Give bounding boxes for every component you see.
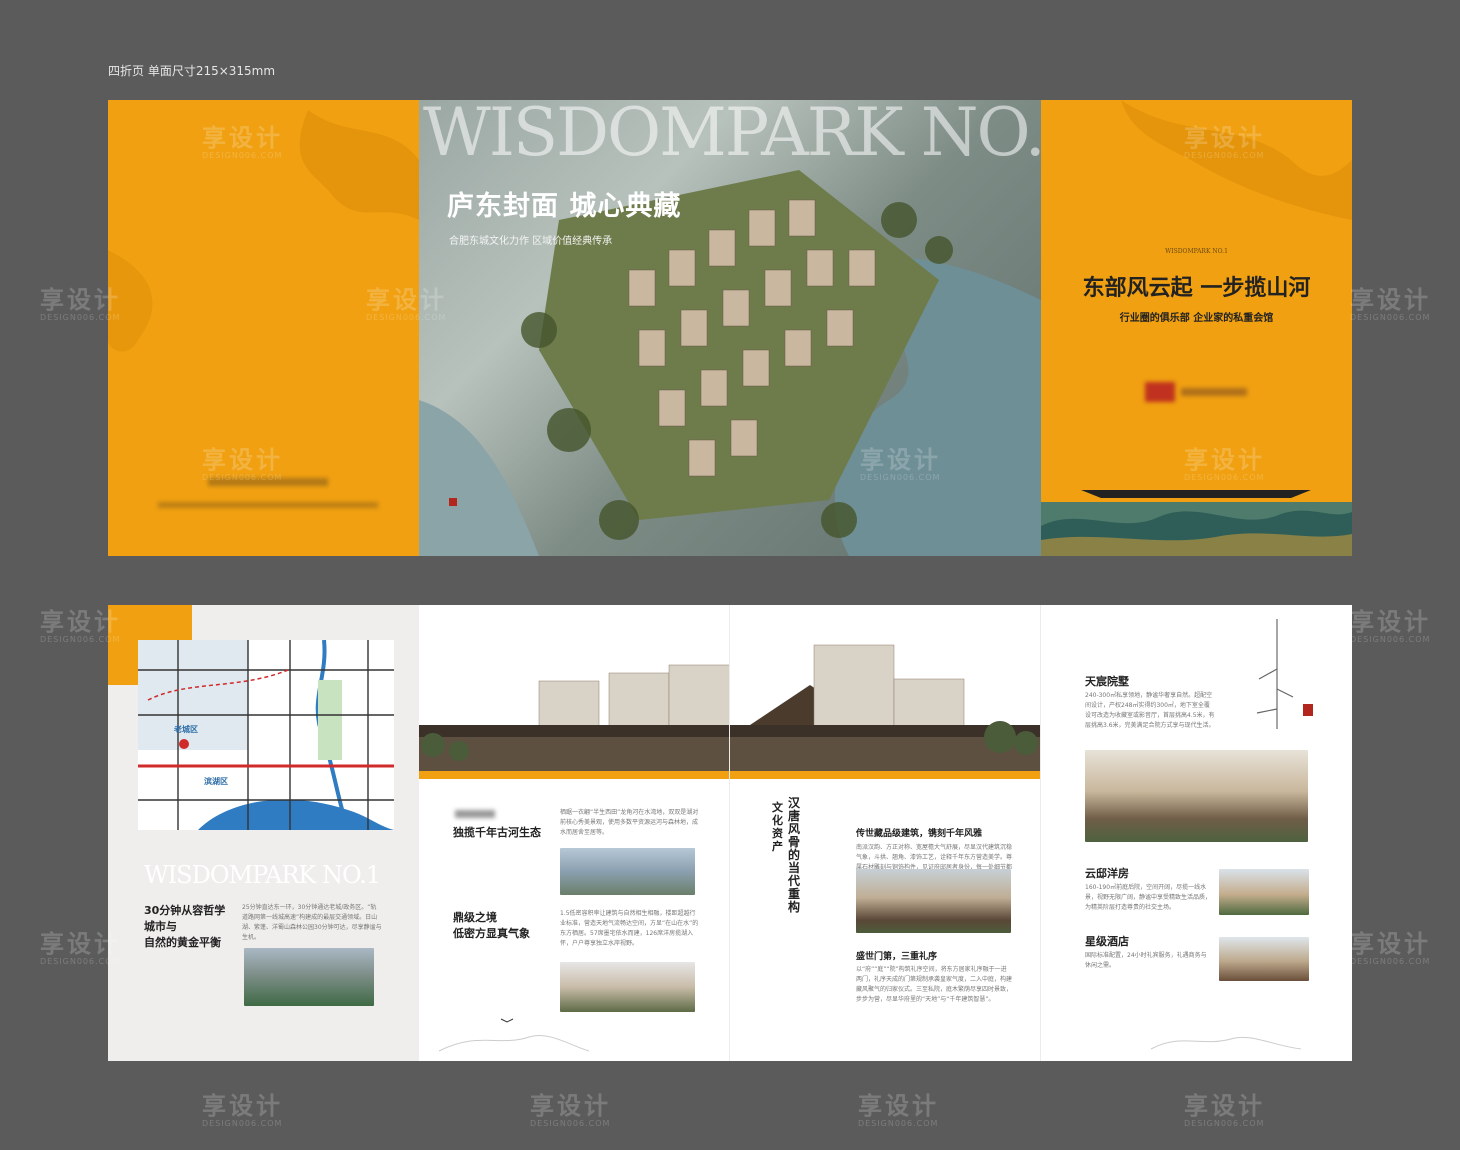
watermark: 享设计 DESIGN006.COM — [366, 286, 447, 322]
river-photo — [560, 848, 695, 895]
cover-brand-wordmark: WISDOMPARK NO.1 — [423, 100, 1041, 171]
cover-headline: 庐东封面 城心典藏 — [447, 191, 682, 222]
watermark: 享设计 DESIGN006.COM — [1350, 608, 1431, 644]
spread-right-panel: 汉唐风骨的当代重构 文化资产 传世藏品级建筑，镌刻千年风雅 南派汉韵、方正对称、… — [730, 605, 1041, 1061]
title-line: 鼎级之境 — [453, 911, 497, 924]
mountain-line-decoration — [438, 1018, 590, 1052]
products-panel: 天宸院墅 240-300㎡私享领地，静谧华奢享自然。超配空间设计，产权248㎡实… — [1041, 605, 1352, 1061]
back-subline: 行业圈的俱乐部 企业家的私重会馆 — [1119, 313, 1274, 324]
title-line: 低密方显真气象 — [453, 927, 530, 940]
hotel-photo — [1219, 937, 1309, 981]
watermark: 享设计 DESIGN006.COM — [1184, 1092, 1265, 1128]
hotel-text: 国际标准配置，24小时礼宾服务，礼遇商务与休闲之需。 — [1085, 952, 1207, 969]
logo-mark — [449, 498, 457, 506]
cover-aerial-photo: WISDOMPARK NO.1 庐东封面 城心典藏 合肥东城文化力作 区域价值经… — [419, 100, 1041, 556]
watermark: 享设计 DESIGN006.COM — [40, 286, 121, 322]
headline-line: 30分钟从容哲学 — [144, 904, 226, 917]
map-label-binhu: 滨湖区 — [204, 777, 228, 786]
map-label-old-city: 老城区 — [174, 725, 198, 734]
watermark: 享设计 DESIGN006.COM — [1350, 930, 1431, 966]
watermark: 享设计 DESIGN006.COM — [1184, 124, 1265, 160]
building-panorama-right — [730, 644, 1040, 779]
watermark: 享设计 DESIGN006.COM — [202, 124, 283, 160]
building-panorama-left — [419, 664, 729, 779]
watermark: 享设计 DESIGN006.COM — [202, 1092, 283, 1128]
map-panel-brand: WISDOMPARK NO.1 — [144, 861, 381, 889]
watermark: 享设计 DESIGN006.COM — [202, 446, 283, 482]
bamboo-decoration — [1256, 619, 1313, 729]
blurred-logo — [1145, 382, 1175, 402]
gate-title: 盛世门第，三重礼序 — [856, 952, 938, 962]
back-small-brand: WISDOMPARK NO.1 — [1165, 248, 1228, 255]
courtyard-photo — [1085, 750, 1308, 842]
watermark: 享设计 DESIGN006.COM — [860, 446, 941, 482]
gate-photo — [856, 869, 1011, 933]
eco-text: 栖踞一衣翩“半生西田”龙角河在水湾地，双双是湖对前核心秀美景观，使用多数平资源运… — [560, 809, 699, 836]
villa-text: 240-300㎡私享领地，静谧华奢享自然。超配空间设计，产权248㎡实得约300… — [1085, 692, 1215, 729]
city-photo — [244, 948, 374, 1006]
back-cover-panel: WISDOMPARK NO.1 东部风云起 一步揽山河 行业圈的俱乐部 企业家的… — [1041, 100, 1352, 556]
mountain-line-decoration — [1150, 1036, 1302, 1050]
house-photo — [1219, 869, 1309, 915]
gate-text: 以“府”“庭”“院”构筑礼序空间，将东方居家礼序融于一进两门，礼序天成的门第规制… — [856, 966, 1013, 1003]
density-title: 鼎级之境 低密方显真气象 — [453, 910, 530, 942]
watermark: 享设计 DESIGN006.COM — [530, 1092, 611, 1128]
map-drawing — [138, 640, 394, 830]
blurred-label — [455, 810, 495, 818]
blurred-logo-text — [1181, 388, 1247, 396]
heritage-title: 传世藏品级建筑，镌刻千年风雅 — [856, 829, 983, 839]
headline-line: 城市与 — [144, 920, 177, 933]
cover-subline: 合肥东城文化力作 区域价值经典传承 — [449, 236, 613, 247]
eco-title: 独揽千年古河生态 — [453, 826, 541, 839]
house-title: 云邸洋房 — [1085, 867, 1129, 880]
headline-line: 自然的黄金平衡 — [144, 936, 221, 949]
spread-left-panel: 独揽千年古河生态 栖踞一衣翩“半生西田”龙角河在水湾地，双双是湖对前核心秀美景观… — [419, 605, 730, 1061]
watermark: 享设计 DESIGN006.COM — [40, 930, 121, 966]
location-map: 老城区 滨湖区 — [138, 640, 394, 830]
house-text: 160-190㎡前庭后院，空间开阔，尽揽一线水景，视野无限广阔，静谧中享受精致生… — [1085, 884, 1212, 911]
back-headline: 东部风云起 一步揽山河 — [1082, 275, 1311, 301]
pavilion-landscape-band — [1041, 490, 1352, 556]
map-panel: 老城区 滨湖区 WISDOMPARK NO.1 30分钟从容哲学 城市与 自然的… — [108, 605, 419, 1061]
watermark: 享设计 DESIGN006.COM — [858, 1092, 939, 1128]
map-panel-headline: 30分钟从容哲学 城市与 自然的黄金平衡 — [144, 903, 225, 951]
page-caption: 四折页 单面尺寸215×315mm — [108, 64, 276, 78]
density-text: 1.5低密容积率让建筑与自然相生相融，楼距超越行业标准，营造天地气流畅达空间，方… — [560, 910, 699, 947]
front-flap-panel — [108, 100, 419, 556]
vertical-subtitle: 文化资产 — [772, 801, 783, 853]
watermark: 享设计 DESIGN006.COM — [40, 608, 121, 644]
map-panel-paragraph: 25分钟直达东一环，30分钟通达老城/政务区。“轨道路网第一线城高速”构建成的最… — [242, 904, 382, 941]
ink-splash-decoration — [108, 110, 419, 352]
watermark: 享设计 DESIGN006.COM — [1350, 286, 1431, 322]
watermark: 享设计 DESIGN006.COM — [1184, 446, 1265, 482]
villa-photo — [560, 962, 695, 1012]
blurred-text-line — [158, 502, 378, 508]
hotel-title: 星级酒店 — [1085, 935, 1129, 948]
vertical-title: 汉唐风骨的当代重构 — [788, 796, 801, 914]
villa-title: 天宸院墅 — [1085, 675, 1129, 688]
